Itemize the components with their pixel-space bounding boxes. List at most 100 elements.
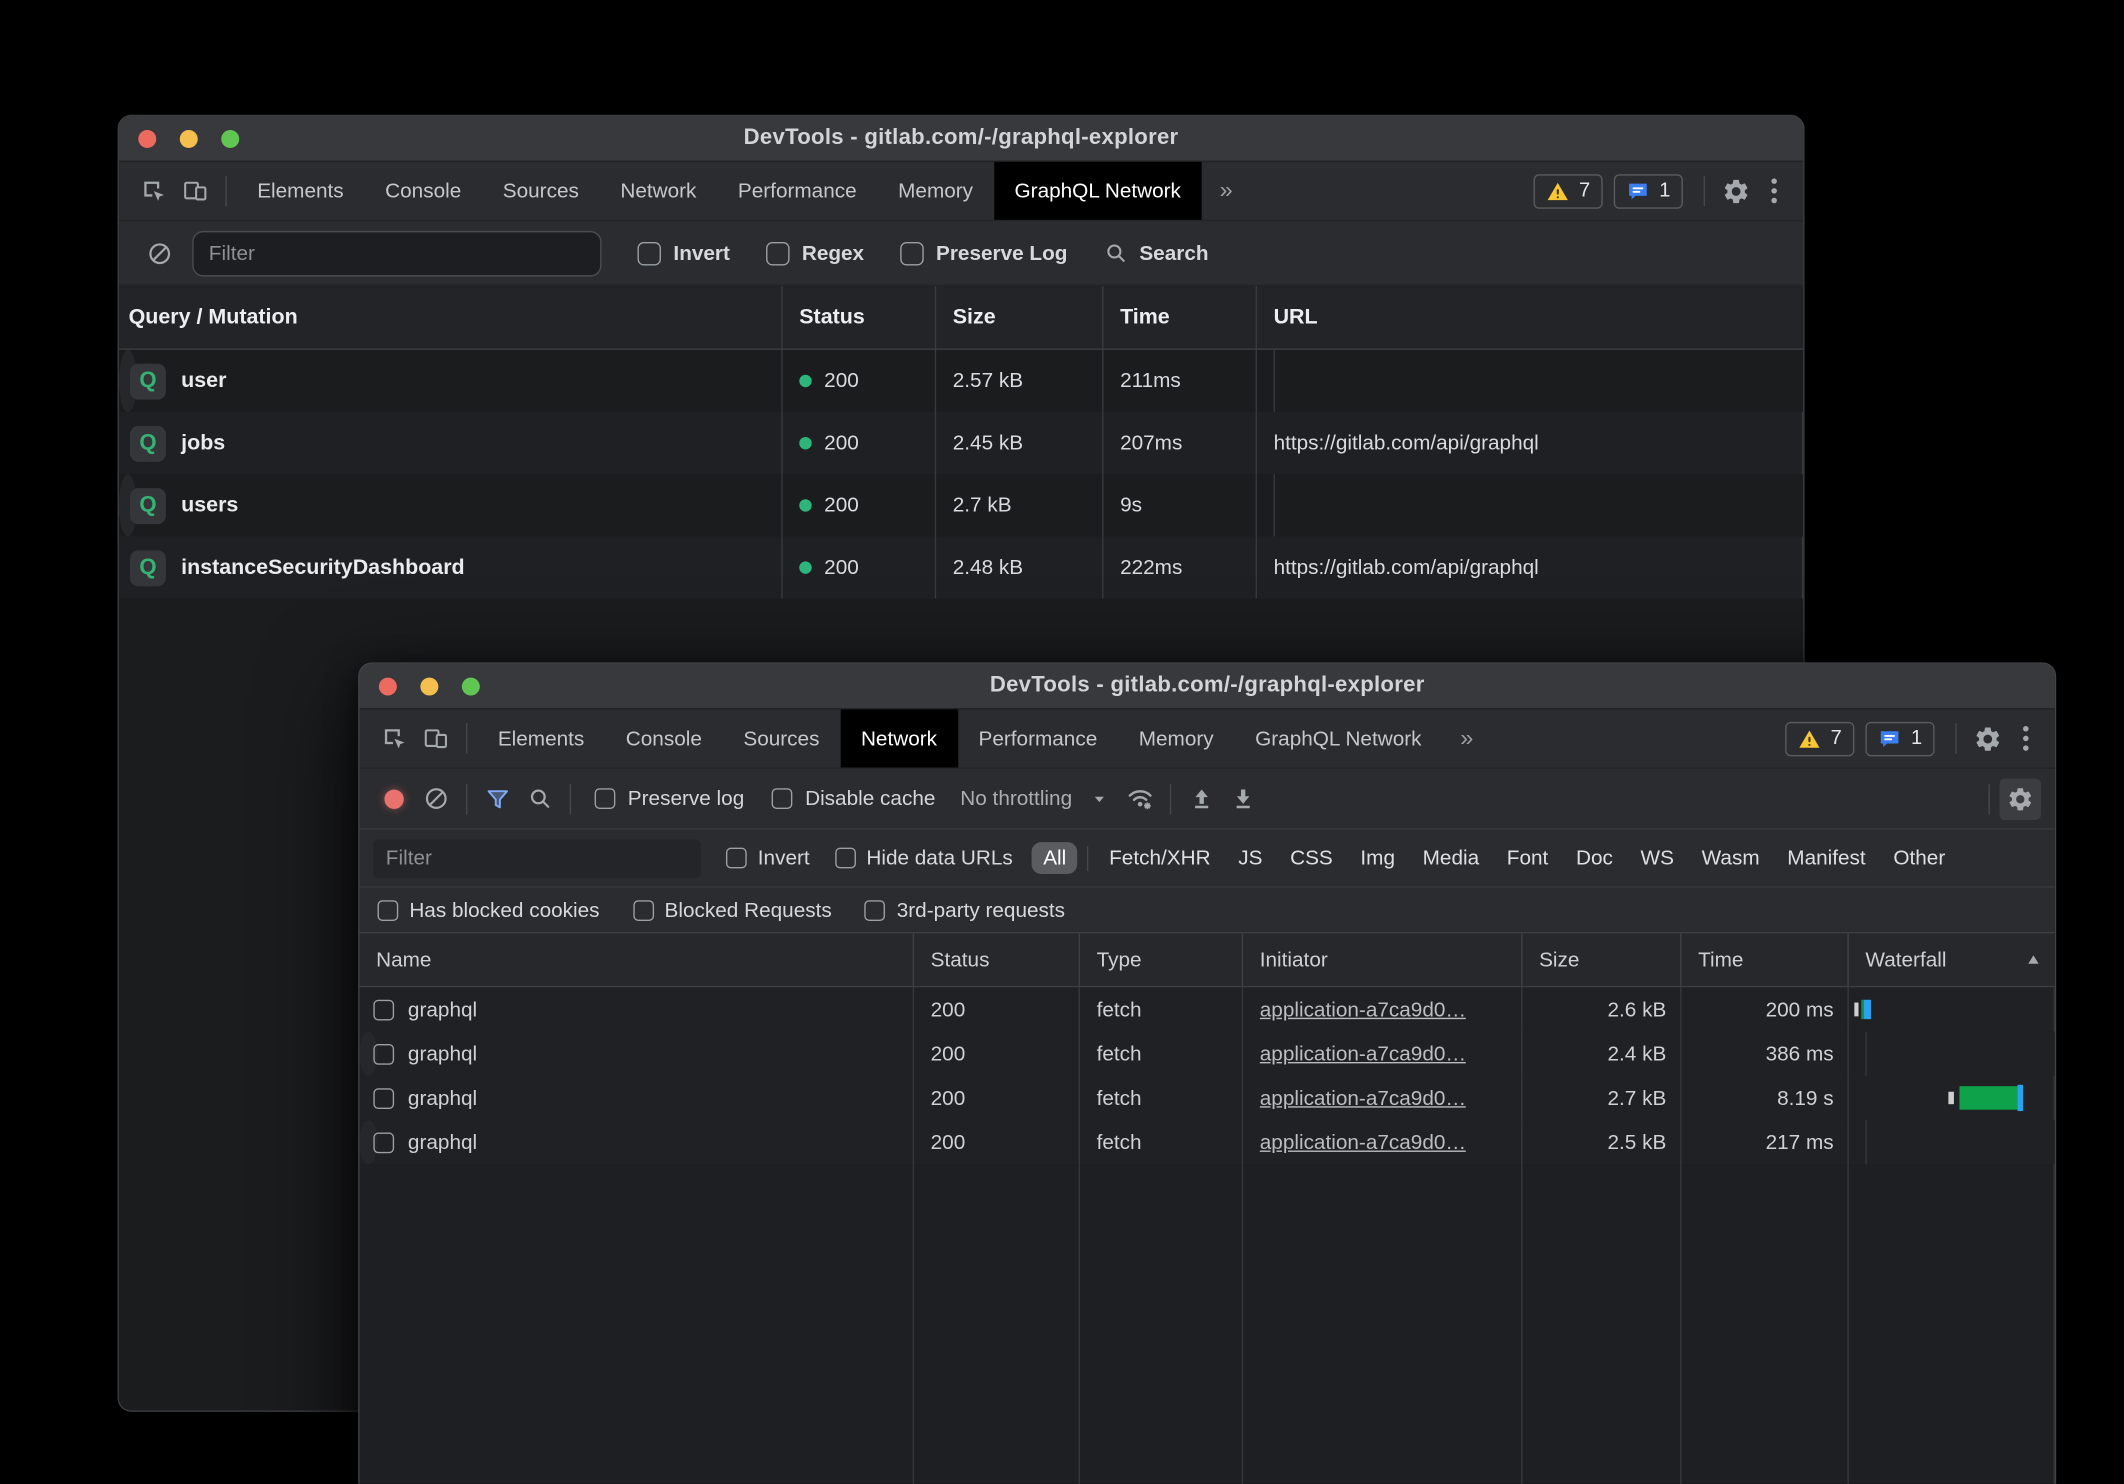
settings-gear-icon[interactable]: [1715, 162, 1756, 220]
initiator-link[interactable]: application-a7ca9d0…: [1260, 1042, 1466, 1066]
issues-badge[interactable]: 1: [1865, 721, 1934, 756]
tab-performance[interactable]: Performance: [717, 162, 877, 220]
tab-network[interactable]: Network: [600, 162, 718, 220]
table-row[interactable]: Qusers 200 2.7 kB 9s https://gitlab.com/…: [119, 474, 137, 536]
column-header-url[interactable]: URL: [1257, 286, 1803, 348]
minimize-button[interactable]: [180, 129, 198, 147]
zoom-button[interactable]: [462, 677, 480, 695]
blocked-requests-checkbox[interactable]: [633, 900, 654, 921]
disable-cache-checkbox-group[interactable]: Disable cache: [772, 787, 935, 811]
tab-performance[interactable]: Performance: [958, 709, 1118, 767]
inspect-element-icon[interactable]: [373, 709, 414, 767]
titlebar[interactable]: DevTools - gitlab.com/-/graphql-explorer: [119, 116, 1803, 162]
tab-network[interactable]: Network: [840, 709, 958, 767]
issues-badge[interactable]: 1: [1614, 174, 1683, 209]
titlebar[interactable]: DevTools - gitlab.com/-/graphql-explorer: [360, 664, 2055, 710]
filter-funnel-icon[interactable]: [477, 785, 518, 813]
initiator-link[interactable]: application-a7ca9d0…: [1260, 1130, 1466, 1154]
table-row[interactable]: Qjobs 200 2.45 kB 207ms https://gitlab.c…: [119, 412, 1803, 474]
device-toolbar-icon[interactable]: [415, 709, 456, 767]
throttling-dropdown[interactable]: No throttling: [960, 787, 1108, 811]
table-row[interactable]: Quser 200 2.57 kB 211ms https://gitlab.c…: [119, 350, 137, 412]
type-filter-fetch-xhr[interactable]: Fetch/XHR: [1098, 842, 1222, 874]
type-filter-js[interactable]: JS: [1227, 842, 1273, 874]
network-conditions-icon[interactable]: [1119, 784, 1160, 813]
tab-graphql-network[interactable]: GraphQL Network: [994, 162, 1202, 220]
zoom-button[interactable]: [221, 129, 239, 147]
regex-checkbox-group[interactable]: Regex: [766, 241, 864, 265]
warnings-badge[interactable]: 7: [1533, 174, 1602, 209]
tab-memory[interactable]: Memory: [1118, 709, 1234, 767]
kebab-menu-icon[interactable]: [1756, 178, 1792, 203]
tab-elements[interactable]: Elements: [477, 709, 605, 767]
export-har-icon[interactable]: [1223, 785, 1264, 813]
column-header-name[interactable]: Name: [360, 933, 915, 986]
initiator-link[interactable]: application-a7ca9d0…: [1260, 998, 1466, 1022]
tab-memory[interactable]: Memory: [877, 162, 993, 220]
column-header-query-mutation[interactable]: Query / Mutation: [119, 286, 783, 348]
type-filter-img[interactable]: Img: [1349, 842, 1406, 874]
preserve-log-checkbox-group[interactable]: Preserve log: [595, 787, 745, 811]
import-har-icon[interactable]: [1181, 785, 1222, 813]
minimize-button[interactable]: [420, 677, 438, 695]
more-tabs-chevron-icon[interactable]: »: [1442, 709, 1491, 767]
invert-checkbox[interactable]: [637, 241, 661, 265]
clear-icon[interactable]: [415, 785, 456, 811]
device-toolbar-icon[interactable]: [174, 162, 215, 220]
table-row[interactable]: graphql 200 fetch application-a7ca9d0… 2…: [360, 987, 2055, 1031]
tab-sources[interactable]: Sources: [723, 709, 841, 767]
type-filter-ws[interactable]: WS: [1629, 842, 1685, 874]
hide-data-urls-checkbox-group[interactable]: Hide data URLs: [835, 846, 1013, 870]
record-button[interactable]: [384, 789, 403, 808]
preserve-log-checkbox[interactable]: [595, 788, 616, 809]
preserve-log-checkbox[interactable]: [900, 241, 924, 265]
tab-console[interactable]: Console: [364, 162, 482, 220]
type-filter-media[interactable]: Media: [1412, 842, 1491, 874]
disable-cache-checkbox[interactable]: [772, 788, 793, 809]
has-blocked-cookies-checkbox-group[interactable]: Has blocked cookies: [378, 898, 600, 922]
column-header-time[interactable]: Time: [1682, 933, 1849, 986]
table-row[interactable]: graphql 200 fetch application-a7ca9d0… 2…: [360, 1076, 2055, 1120]
row-checkbox[interactable]: [373, 1043, 394, 1064]
row-checkbox[interactable]: [373, 999, 394, 1020]
third-party-requests-checkbox-group[interactable]: 3rd-party requests: [865, 898, 1065, 922]
column-header-status[interactable]: Status: [914, 933, 1080, 986]
invert-checkbox-group[interactable]: Invert: [726, 846, 810, 870]
initiator-link[interactable]: application-a7ca9d0…: [1260, 1086, 1466, 1110]
column-header-size[interactable]: Size: [1522, 933, 1681, 986]
type-filter-other[interactable]: Other: [1882, 842, 1956, 874]
more-tabs-chevron-icon[interactable]: »: [1202, 162, 1251, 220]
type-filter-manifest[interactable]: Manifest: [1776, 842, 1877, 874]
filter-input[interactable]: Filter: [373, 839, 701, 878]
settings-gear-icon[interactable]: [1966, 709, 2007, 767]
type-filter-wasm[interactable]: Wasm: [1691, 842, 1771, 874]
tab-sources[interactable]: Sources: [482, 162, 600, 220]
close-button[interactable]: [138, 129, 156, 147]
inspect-element-icon[interactable]: [133, 162, 174, 220]
table-row[interactable]: graphql 200 fetch application-a7ca9d0… 2…: [360, 1032, 378, 1076]
warnings-badge[interactable]: 7: [1785, 721, 1854, 756]
invert-checkbox-group[interactable]: Invert: [637, 241, 729, 265]
third-party-requests-checkbox[interactable]: [865, 900, 886, 921]
column-header-waterfall[interactable]: Waterfall: [1849, 933, 2055, 986]
column-header-initiator[interactable]: Initiator: [1243, 933, 1522, 986]
kebab-menu-icon[interactable]: [2008, 726, 2044, 751]
type-filter-all[interactable]: All: [1032, 842, 1077, 874]
network-settings-gear-icon[interactable]: [2000, 778, 2041, 819]
tab-graphql-network[interactable]: GraphQL Network: [1234, 709, 1442, 767]
has-blocked-cookies-checkbox[interactable]: [378, 900, 399, 921]
invert-checkbox[interactable]: [726, 848, 747, 869]
preserve-log-checkbox-group[interactable]: Preserve Log: [900, 241, 1067, 265]
close-button[interactable]: [379, 677, 397, 695]
blocked-requests-checkbox-group[interactable]: Blocked Requests: [633, 898, 832, 922]
hide-data-urls-checkbox[interactable]: [835, 848, 856, 869]
regex-checkbox[interactable]: [766, 241, 790, 265]
column-header-time[interactable]: Time: [1103, 286, 1256, 348]
search-control[interactable]: Search: [1103, 241, 1208, 266]
type-filter-font[interactable]: Font: [1496, 842, 1560, 874]
row-checkbox[interactable]: [373, 1088, 394, 1109]
search-icon[interactable]: [519, 785, 560, 811]
clear-icon[interactable]: [138, 240, 179, 266]
column-header-size[interactable]: Size: [936, 286, 1103, 348]
table-row[interactable]: graphql 200 fetch application-a7ca9d0… 2…: [360, 1120, 378, 1164]
